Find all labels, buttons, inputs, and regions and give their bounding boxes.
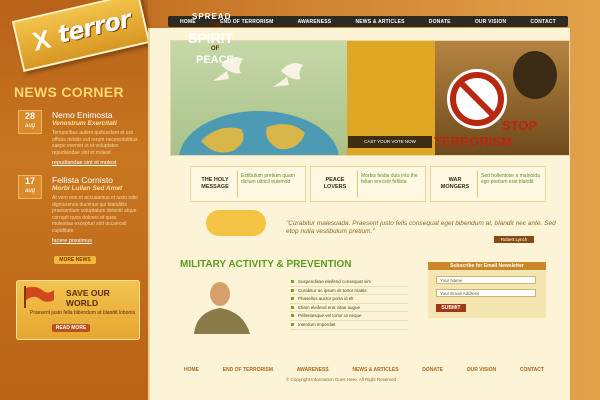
footer-news-articles[interactable]: NEWS & ARTICLES	[352, 367, 398, 373]
news-link[interactable]: repudiandae sint et molest	[52, 160, 117, 166]
quote-text: "Curabitur malesuada. Praesent justo fel…	[286, 220, 556, 235]
newsletter-title: Subscribe for Email Newsletter	[428, 262, 546, 270]
banner-the: THE	[210, 22, 222, 28]
box-heading: THE HOLY MESSAGE	[201, 177, 229, 190]
quote-bubble-icon	[206, 210, 266, 236]
banner-peace: PEACE	[196, 54, 234, 66]
nav-news-articles[interactable]: NEWS & ARTICLES	[355, 19, 404, 25]
box-body: Estibulum pretium quam dictum ultricil e…	[241, 173, 295, 185]
holy-message-box[interactable]: THE HOLY MESSAGE Estibulum pretium quam …	[190, 166, 306, 202]
banner-spirit: SPIRIT	[188, 30, 234, 46]
save-world-title: SAVE OUR WORLD	[66, 288, 110, 308]
list-item[interactable]: Phasellus auctor porta id elt	[290, 295, 408, 304]
news-subhead: Morbi Lullan Sed Amet	[52, 185, 123, 192]
nav-donate[interactable]: DONATE	[429, 19, 451, 25]
save-world-body: Praesent justo fella bibendum at blandit…	[30, 310, 136, 316]
list-item[interactable]: Etiam eleifend erat vitae augue	[290, 304, 408, 313]
news-body: Temporibus autem quibusdam et aut offici…	[52, 130, 138, 156]
flag-icon	[24, 286, 54, 308]
box-body: Morbis festia duis into the fellan erecs…	[361, 173, 418, 185]
box-divider	[477, 171, 478, 197]
footer-contact[interactable]: CONTACT	[520, 367, 544, 373]
more-news-button[interactable]: MORE NEWS	[54, 256, 96, 264]
submit-button[interactable]: SUBMIT	[436, 304, 466, 312]
news-headline[interactable]: Nemo Enimosta	[52, 110, 112, 120]
footer-donate[interactable]: DONATE	[422, 367, 443, 373]
left-column: X terror NEWS CORNER 28 aug Nemo Enimost…	[0, 0, 151, 400]
news-corner-title: NEWS CORNER	[14, 84, 124, 100]
terrorism-text: TERRORISM	[434, 134, 512, 149]
list-item[interactable]: Pellentesque vel tortor ut neque	[290, 312, 408, 321]
banner-spread: SPREAD	[192, 12, 232, 21]
list-item[interactable]: Curabitur ac ipsum sit tortor mattis	[290, 287, 408, 296]
logo-mark: X	[29, 23, 54, 57]
logo-text: terror	[54, 4, 134, 49]
news-body: At vero eos et accusamus et iusto odio d…	[52, 195, 138, 234]
footer-home[interactable]: HOME	[184, 367, 199, 373]
nav-our-vision[interactable]: OUR VISION	[475, 19, 506, 25]
list-item[interactable]: Suspendisse eleifend consequat vim	[290, 278, 408, 287]
box-divider	[237, 171, 238, 197]
email-input[interactable]: Your Email Address	[436, 289, 536, 297]
footer-our-vision[interactable]: OUR VISION	[467, 367, 496, 373]
read-more-button[interactable]: READ MORE	[52, 324, 90, 332]
newsletter-box: Subscribe for Email Newsletter Your Name…	[428, 262, 546, 318]
nav-contact[interactable]: CONTACT	[530, 19, 555, 25]
military-list: Suspendisse eleifend consequat vim Curab…	[290, 278, 408, 330]
save-world-box: SAVE OUR WORLD Praesent justo fella bibe…	[16, 280, 140, 340]
logo[interactable]: X terror	[11, 0, 151, 72]
quote-author: Robert Lynch	[494, 236, 534, 243]
footer-awareness[interactable]: AWARENESS	[297, 367, 329, 373]
footer-end-of-terrorism[interactable]: END OF TERRORISM	[223, 367, 273, 373]
page: X terror NEWS CORNER 28 aug Nemo Enimost…	[0, 0, 600, 400]
box-divider	[357, 171, 358, 197]
nav-awareness[interactable]: AWARENESS	[298, 19, 332, 25]
war-mongers-box[interactable]: WAR MONGERS Sed hollentose a malnoida eg…	[430, 166, 546, 202]
peace-lovers-box[interactable]: PEACE LOVERS Morbis festia duis into the…	[310, 166, 426, 202]
list-item[interactable]: Interdum imperdiet	[290, 321, 408, 330]
cast-vote-button[interactable]: CAST YOUR VOTE NOW	[348, 136, 432, 148]
footer-nav: HOME END OF TERRORISM AWARENESS NEWS & A…	[184, 367, 544, 373]
date-month: aug	[24, 123, 35, 129]
date-badge: 17 aug	[18, 175, 42, 199]
banner-of: OF	[211, 46, 220, 52]
box-heading: PEACE LOVERS	[323, 177, 347, 190]
news-link[interactable]: facere possimus	[52, 238, 92, 244]
news-headline[interactable]: Fellista Cornisto	[52, 175, 113, 185]
stop-text: STOP	[502, 118, 538, 133]
date-month: aug	[24, 188, 35, 194]
military-title: MILITARY ACTIVITY & PREVENTION	[180, 259, 352, 270]
date-badge: 28 aug	[18, 110, 42, 134]
date-day: 28	[24, 111, 35, 121]
soldier-image	[194, 282, 250, 334]
date-day: 17	[24, 176, 35, 186]
box-heading: WAR MONGERS	[440, 177, 470, 190]
news-subhead: Venostrum Exercitati	[52, 120, 117, 127]
box-body: Sed hollentose a malnoida ego pretium er…	[481, 173, 540, 185]
name-input[interactable]: Your Name	[436, 276, 536, 284]
copyright: © Copyright Information Goes Here. All R…	[286, 377, 397, 382]
